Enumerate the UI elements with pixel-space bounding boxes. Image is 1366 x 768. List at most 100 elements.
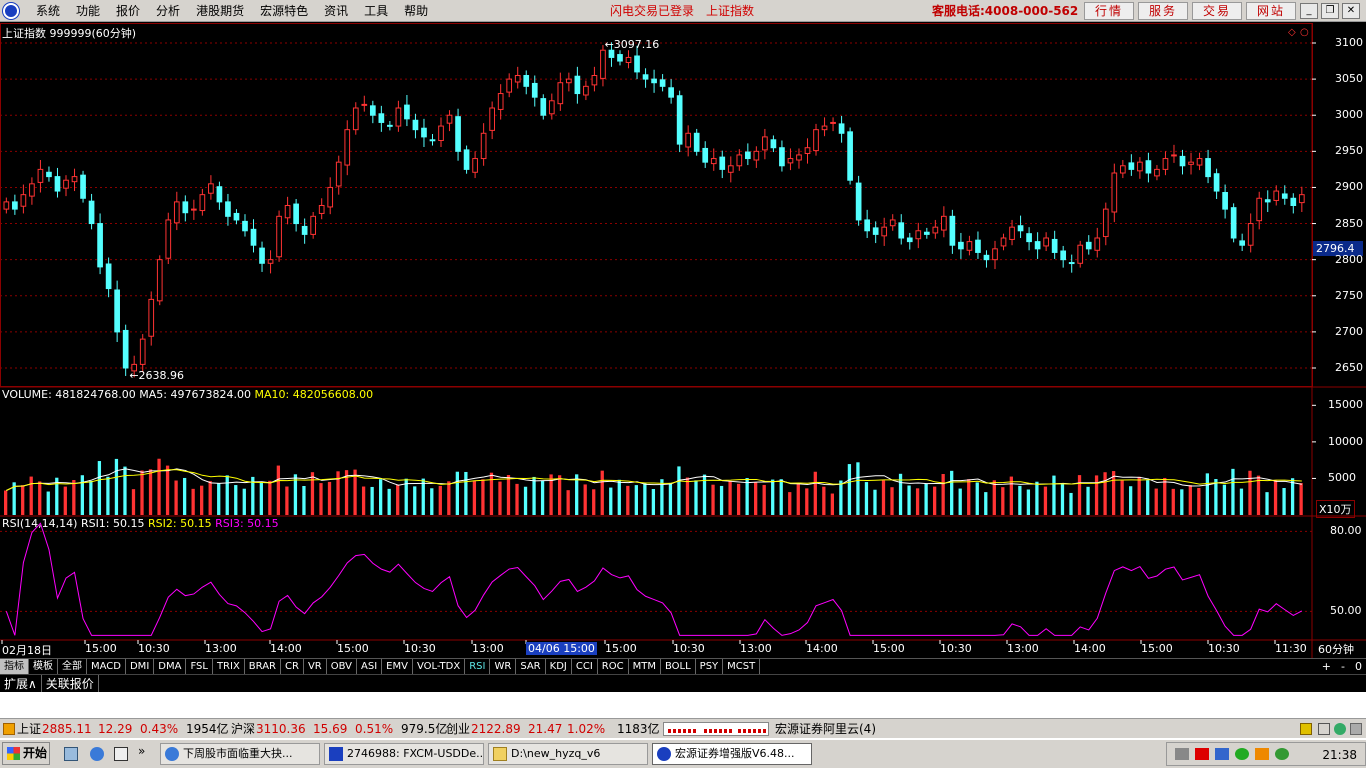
tab-roc[interactable]: ROC xyxy=(598,659,629,675)
close-icon[interactable]: ✕ xyxy=(1342,3,1360,19)
restore-icon[interactable]: ❐ xyxy=(1321,3,1339,19)
volume-bar xyxy=(719,485,724,515)
keyboard-icon[interactable] xyxy=(1175,748,1189,760)
candle xyxy=(1213,173,1220,192)
quicklaunch-ie-icon[interactable] xyxy=(90,747,104,761)
menu-item-8[interactable]: 帮助 xyxy=(396,0,436,22)
tab-asi[interactable]: ASI xyxy=(357,659,383,675)
candle xyxy=(165,219,172,259)
candle xyxy=(71,176,78,183)
volume-icon[interactable] xyxy=(1255,748,1269,760)
volume-bar xyxy=(21,485,25,515)
start-button[interactable]: 开始 xyxy=(2,742,50,765)
tab-macd[interactable]: MACD xyxy=(87,659,126,675)
tab-wr[interactable]: WR xyxy=(490,659,517,675)
candle xyxy=(318,205,325,214)
tab-模板[interactable]: 模板 xyxy=(29,659,58,675)
volume-bar xyxy=(498,481,502,515)
volume-bar xyxy=(379,479,383,515)
candle xyxy=(378,113,385,123)
lock-icon[interactable] xyxy=(1350,723,1362,735)
website-button[interactable]: 网站 xyxy=(1246,2,1296,20)
volume-bar xyxy=(430,488,434,515)
hs-price: 3110.36 xyxy=(256,722,306,736)
update-icon[interactable] xyxy=(1275,748,1289,760)
tab-control-1[interactable]: - xyxy=(1341,659,1345,674)
period-label[interactable]: 60分钟 xyxy=(1318,641,1354,657)
indicator-tabs: 指标 模板 全部 MACD DMI DMA FSL TRIX BRAR CR VR OBV ASI EMV… xyxy=(0,659,761,675)
task-fxcm[interactable]: 2746988: FXCM-USDDe... xyxy=(324,743,484,765)
volume-bar xyxy=(1035,481,1039,515)
tab-mcst[interactable]: MCST xyxy=(723,659,761,675)
tab-vol-tdx[interactable]: VOL-TDX xyxy=(413,659,466,675)
tab-dmi[interactable]: DMI xyxy=(126,659,155,675)
volume-bar xyxy=(157,458,161,515)
notify-icon[interactable] xyxy=(1300,723,1312,735)
volume-bar xyxy=(967,479,971,515)
menu-item-5[interactable]: 宏源特色 xyxy=(252,0,316,22)
volume-bar xyxy=(1146,480,1150,515)
menu-item-2[interactable]: 报价 xyxy=(108,0,148,22)
tab-cr[interactable]: CR xyxy=(281,659,304,675)
quicklaunch-window-icon[interactable] xyxy=(114,747,128,761)
index-name[interactable]: 上证指数 xyxy=(706,0,754,22)
service-button[interactable]: 服务 xyxy=(1138,2,1188,20)
quote-button[interactable]: 行情 xyxy=(1084,2,1134,20)
task-news[interactable]: 下周股市面临重大抉... xyxy=(160,743,320,765)
minimize-icon[interactable]: _ xyxy=(1300,3,1318,19)
shield-icon[interactable] xyxy=(1235,748,1249,760)
time-tick-label: 10:30 xyxy=(404,642,436,655)
tab-psy[interactable]: PSY xyxy=(696,659,724,675)
menu-item-3[interactable]: 分析 xyxy=(148,0,188,22)
tab-control-2[interactable]: 0 xyxy=(1355,659,1362,674)
menu-item-6[interactable]: 资讯 xyxy=(316,0,356,22)
tab-fsl[interactable]: FSL xyxy=(186,659,213,675)
tab-emv[interactable]: EMV xyxy=(382,659,413,675)
tab-cci[interactable]: CCI xyxy=(572,659,598,675)
tab-obv[interactable]: OBV xyxy=(327,659,357,675)
menu-item-0[interactable]: 系统 xyxy=(28,0,68,22)
menu-item-7[interactable]: 工具 xyxy=(356,0,396,22)
time-tick-label: 10:30 xyxy=(940,642,972,655)
volume-bar xyxy=(932,486,937,515)
tab-trix[interactable]: TRIX xyxy=(213,659,245,675)
volume-bar xyxy=(80,475,84,515)
volume-bar xyxy=(523,486,528,515)
menu-item-1[interactable]: 功能 xyxy=(68,0,108,22)
menu-items: 系统 功能 报价 分析 港股期货 宏源特色 资讯 工具 帮助 xyxy=(28,0,436,22)
volume-bar xyxy=(609,487,613,515)
tab-rsi[interactable]: RSI xyxy=(465,659,491,675)
candle xyxy=(634,55,640,73)
tab-vr[interactable]: VR xyxy=(304,659,327,675)
tab-control-0[interactable]: + xyxy=(1322,659,1331,674)
tab-全部[interactable]: 全部 xyxy=(58,659,87,675)
volume-bar xyxy=(600,470,604,515)
tab-kdj[interactable]: KDJ xyxy=(546,659,572,675)
system-tray: 21:38 xyxy=(1166,742,1366,766)
volume-bar xyxy=(131,489,136,515)
quicklaunch-more-icon[interactable]: » xyxy=(138,744,145,758)
clock[interactable]: 21:38 xyxy=(1322,743,1357,767)
task-folder[interactable]: D:\new_hyzq_v6 xyxy=(488,743,648,765)
candle xyxy=(1128,162,1135,170)
candle xyxy=(1154,168,1160,177)
tab-mtm[interactable]: MTM xyxy=(629,659,661,675)
tab-dma[interactable]: DMA xyxy=(154,659,187,675)
tab-brar[interactable]: BRAR xyxy=(245,659,281,675)
expand-button[interactable]: 扩展∧ xyxy=(0,675,42,693)
tab-指标[interactable]: 指标 xyxy=(0,659,29,675)
volume-bar xyxy=(736,483,741,515)
chart-area[interactable]: ◇ ○ 上证指数 999999(60分钟) ←3097.16 ←2638.96 2… xyxy=(0,23,1366,658)
network-icon[interactable] xyxy=(1215,748,1229,760)
kline-chart[interactable]: ◇ ○ xyxy=(0,23,1366,658)
price-tick-label: 2800 xyxy=(1335,252,1363,266)
volume-bar xyxy=(813,471,817,515)
tab-sar[interactable]: SAR xyxy=(516,659,546,675)
tab-boll[interactable]: BOLL xyxy=(661,659,696,675)
task-hongyuan[interactable]: 宏源证券增强版V6.48... xyxy=(652,743,812,765)
flag-icon[interactable] xyxy=(1195,748,1209,760)
trade-button[interactable]: 交易 xyxy=(1192,2,1242,20)
related-quote-button[interactable]: 关联报价 xyxy=(42,675,99,693)
menu-item-4[interactable]: 港股期货 xyxy=(188,0,252,22)
quicklaunch-desktop-icon[interactable] xyxy=(64,747,78,761)
